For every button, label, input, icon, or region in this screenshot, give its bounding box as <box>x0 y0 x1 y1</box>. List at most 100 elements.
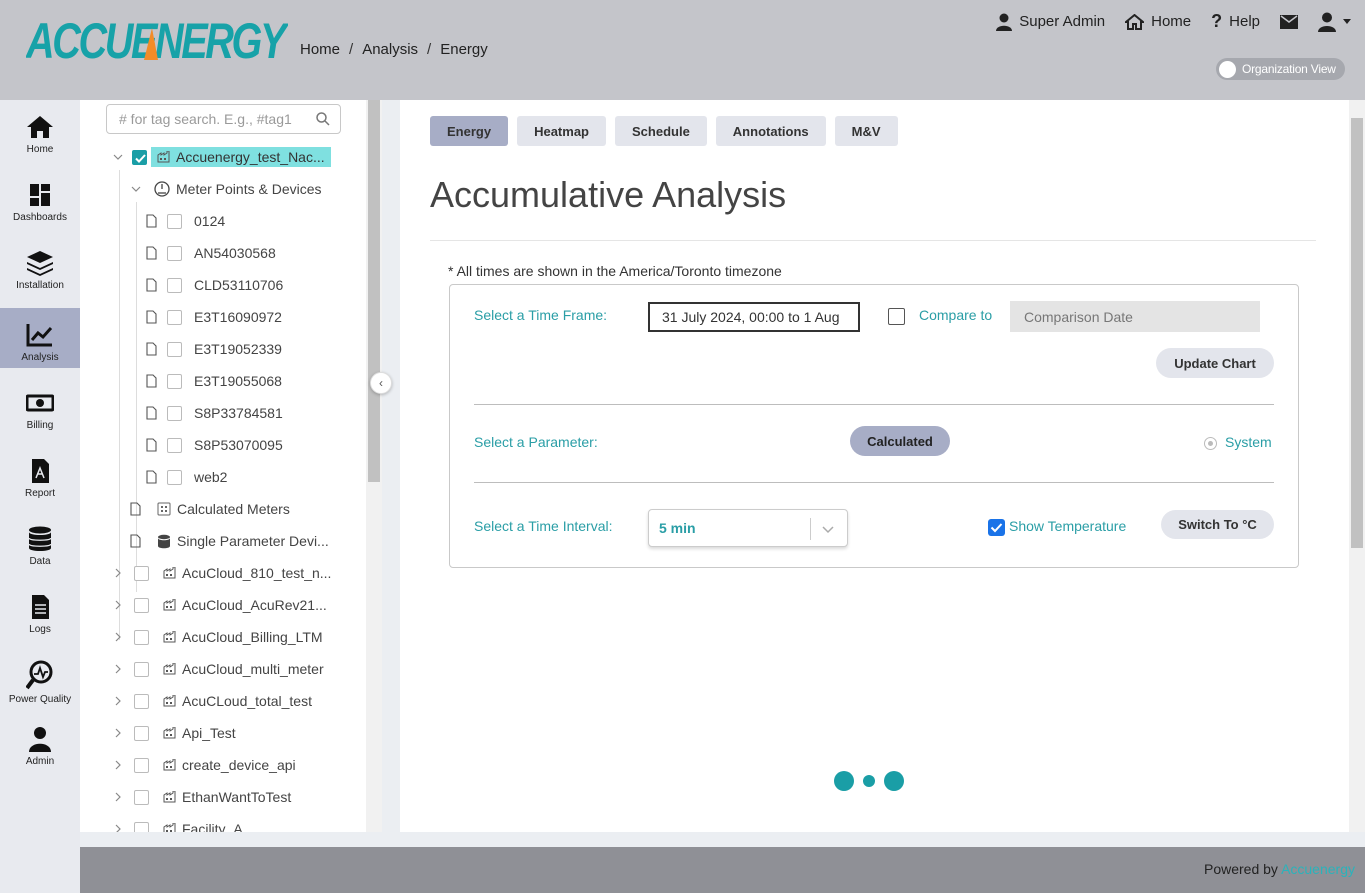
tree-node-facility[interactable]: AcuCloud_Billing_LTM <box>112 625 323 649</box>
breadcrumb-analysis[interactable]: Analysis <box>362 41 418 58</box>
comparison-date-input[interactable]: Comparison Date <box>1010 301 1260 332</box>
tree-checkbox[interactable] <box>134 757 149 773</box>
breadcrumb-home[interactable]: Home <box>300 41 340 58</box>
messages-button[interactable] <box>1280 14 1298 29</box>
tree-checkbox[interactable] <box>167 405 182 421</box>
tree-checkbox[interactable] <box>134 597 149 613</box>
tree-node-device[interactable]: AN54030568 <box>146 241 276 265</box>
tree-node-device[interactable]: E3T16090972 <box>146 305 282 329</box>
chevron-down-icon[interactable] <box>112 151 124 163</box>
help-link[interactable]: ? Help <box>1211 11 1260 32</box>
tab-annotations[interactable]: Annotations <box>715 116 826 146</box>
scrollbar-thumb[interactable] <box>368 100 380 482</box>
tree-node-facility[interactable]: EthanWantToTest <box>112 785 291 809</box>
tree-node-facility[interactable]: Api_Test <box>112 721 236 745</box>
file-icon <box>146 406 157 420</box>
accuenergy-logo[interactable]: ACCUENERGY <box>26 16 288 62</box>
tree-node-device[interactable]: S8P53070095 <box>146 433 283 457</box>
chevron-right-icon[interactable] <box>112 599 124 611</box>
tree-checkbox[interactable] <box>134 693 149 709</box>
tree-node-facility[interactable]: create_device_api <box>112 753 296 777</box>
organization-view-toggle[interactable]: Organization View <box>1216 58 1345 80</box>
tree-node-facility[interactable]: AcuCloud_810_test_n... <box>112 561 331 585</box>
chevron-right-icon[interactable] <box>112 631 124 643</box>
chevron-right-icon[interactable] <box>112 759 124 771</box>
compare-checkbox[interactable] <box>888 308 905 325</box>
layers-icon <box>27 251 53 276</box>
tree-checkbox[interactable] <box>134 789 149 805</box>
timeframe-input[interactable]: 31 July 2024, 00:00 to 1 Aug <box>648 302 860 332</box>
main-scrollbar[interactable] <box>1349 100 1365 832</box>
tree-checkbox[interactable] <box>167 309 182 325</box>
tree-node-facility[interactable]: AcuCLoud_total_test <box>112 689 312 713</box>
tree-checkbox[interactable] <box>167 213 182 229</box>
system-label[interactable]: System <box>1225 434 1272 450</box>
tree-scrollbar[interactable] <box>366 100 382 832</box>
tree-checkbox[interactable] <box>134 565 149 581</box>
tree-checkbox[interactable] <box>134 821 149 832</box>
accuenergy-link[interactable]: Accuenergy <box>1281 861 1355 877</box>
collapse-panel-button[interactable]: ‹ <box>370 372 392 394</box>
chevron-right-icon[interactable] <box>112 663 124 675</box>
chevron-right-icon[interactable] <box>112 823 124 832</box>
switch-temperature-unit-button[interactable]: Switch To °C <box>1161 510 1274 539</box>
tree-node-label: Meter Points & Devices <box>176 181 322 197</box>
tree-node-facility[interactable]: AcuCloud_multi_meter <box>112 657 324 681</box>
tag-search-input[interactable] <box>119 111 304 127</box>
sidebar-item-power-quality[interactable]: Power Quality <box>0 648 80 708</box>
chevron-right-icon[interactable] <box>112 791 124 803</box>
super-admin-menu[interactable]: Super Admin <box>996 13 1105 31</box>
tree-node-single-parameter[interactable]: Single Parameter Devi... <box>130 529 329 553</box>
sidebar-item-installation[interactable]: Installation <box>0 236 80 296</box>
tab-schedule[interactable]: Schedule <box>615 116 707 146</box>
tree-node-device[interactable]: E3T19055068 <box>146 369 282 393</box>
tab-energy[interactable]: Energy <box>430 116 509 146</box>
chevron-right-icon[interactable] <box>112 695 124 707</box>
tree-node-device[interactable]: S8P33784581 <box>146 401 283 425</box>
chevron-right-icon[interactable] <box>112 567 124 579</box>
interval-select[interactable]: 5 min <box>648 509 848 547</box>
chevron-down-icon[interactable] <box>130 183 142 195</box>
calculated-parameter-button[interactable]: Calculated <box>850 426 950 456</box>
tree-checkbox[interactable] <box>167 437 182 453</box>
tab-heatmap[interactable]: Heatmap <box>517 116 606 146</box>
sidebar-item-billing[interactable]: Billing <box>0 376 80 436</box>
tree-node-meter-points[interactable]: Meter Points & Devices <box>130 177 322 201</box>
tree-node-facility[interactable]: AcuCloud_AcuRev21... <box>112 593 327 617</box>
sidebar-item-data[interactable]: Data <box>0 512 80 572</box>
tree-checkbox[interactable] <box>167 245 182 261</box>
show-temperature-label[interactable]: Show Temperature <box>1009 518 1126 534</box>
tree-checkbox[interactable] <box>134 661 149 677</box>
tree-node-device[interactable]: 0124 <box>146 209 225 233</box>
search-icon[interactable] <box>316 112 330 126</box>
tree-node-device[interactable]: E3T19052339 <box>146 337 282 361</box>
sidebar-item-logs[interactable]: Logs <box>0 580 80 640</box>
tree-node-root[interactable]: Accuenergy_test_Nac... <box>112 145 331 169</box>
tree-checkbox[interactable] <box>167 373 182 389</box>
sidebar-item-analysis[interactable]: Analysis <box>0 308 80 368</box>
sidebar-item-home[interactable]: Home <box>0 100 80 160</box>
sidebar-item-report[interactable]: Report <box>0 444 80 504</box>
tab-mv[interactable]: M&V <box>834 116 898 146</box>
tree-checkbox[interactable] <box>132 149 147 165</box>
page-title: Accumulative Analysis <box>430 174 787 215</box>
tree-node-calculated-meters[interactable]: Calculated Meters <box>130 497 290 521</box>
show-temperature-checkbox[interactable] <box>988 519 1005 536</box>
tree-checkbox[interactable] <box>167 277 182 293</box>
tree-checkbox[interactable] <box>134 725 149 741</box>
tree-checkbox[interactable] <box>167 469 182 485</box>
tree-node-device[interactable]: web2 <box>146 465 227 489</box>
sidebar-item-admin[interactable]: Admin <box>0 712 80 772</box>
home-link[interactable]: Home <box>1125 13 1191 30</box>
account-dropdown[interactable] <box>1318 12 1351 32</box>
compare-label[interactable]: Compare to <box>919 307 992 323</box>
scrollbar-thumb[interactable] <box>1351 118 1363 548</box>
tree-checkbox[interactable] <box>134 629 149 645</box>
system-radio[interactable] <box>1204 437 1217 450</box>
tree-node-facility[interactable]: Facility_A <box>112 817 243 832</box>
tree-checkbox[interactable] <box>167 341 182 357</box>
update-chart-button[interactable]: Update Chart <box>1156 348 1274 378</box>
chevron-right-icon[interactable] <box>112 727 124 739</box>
sidebar-item-dashboards[interactable]: Dashboards <box>0 168 80 228</box>
tree-node-device[interactable]: CLD53110706 <box>146 273 283 297</box>
